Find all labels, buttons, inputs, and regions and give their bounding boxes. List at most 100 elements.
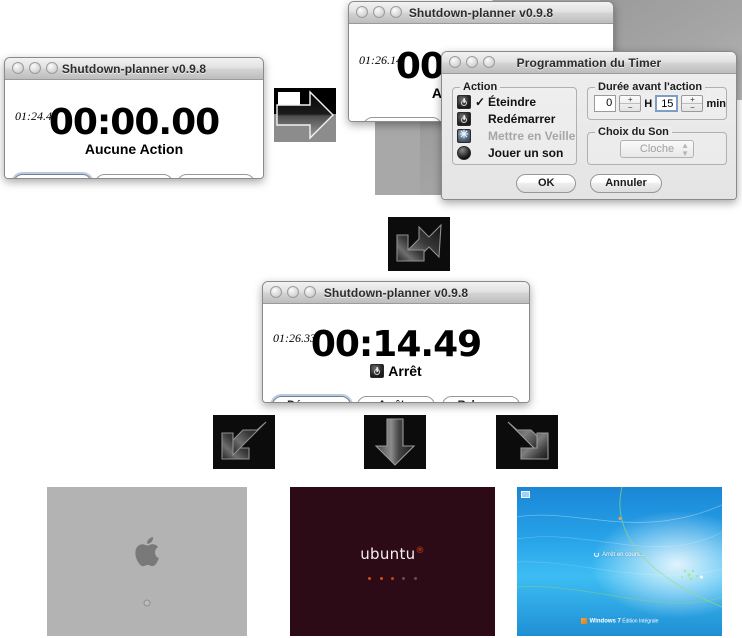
window-controls-running[interactable] [270, 286, 316, 298]
arrow-right-icon [274, 88, 336, 142]
clock-readout-running: 01:26.33 [273, 331, 316, 345]
zoom-button-icon[interactable] [46, 62, 58, 74]
button-row: Démarrer Arrêter Relancer [5, 174, 263, 178]
dialog-window-controls[interactable] [449, 56, 495, 68]
window-controls-behind[interactable] [356, 6, 402, 18]
action-option-son[interactable]: Jouer un son [453, 144, 576, 161]
action-option-redemarrer[interactable]: Redémarrer [453, 110, 576, 127]
duration-group-legend: Durée avant l'action [595, 81, 706, 93]
current-action-label: Aucune Action [5, 141, 263, 157]
apple-logo-icon [135, 536, 159, 566]
boot-spinner-icon [143, 599, 151, 607]
restart-icon [457, 111, 471, 126]
minutes-stepper[interactable]: + − [681, 95, 704, 112]
power-icon [457, 94, 471, 109]
action-group-legend: Action [460, 81, 501, 93]
window-content-running: 01:26.33 00:14.49 Arrêt Démarrer Arrêter… [263, 324, 529, 402]
sound-group-legend: Choix du Son [595, 126, 672, 138]
minimize-button-icon[interactable] [466, 56, 478, 68]
clock-readout: 01:24.44 [15, 109, 58, 123]
ok-button[interactable]: OK [516, 174, 577, 193]
sound-icon [457, 145, 471, 160]
win7-spinner-icon [594, 552, 600, 557]
dialog-timer-settings[interactable]: Programmation du Timer Action ✓ Éteindre… [441, 51, 737, 200]
hours-unit-label: H [644, 97, 653, 110]
close-button-icon[interactable] [270, 286, 282, 298]
close-button-icon[interactable] [356, 6, 368, 18]
win7-brand-name: Windows 7 [589, 618, 621, 624]
boot-progress-dots [290, 567, 495, 585]
zoom-button-icon[interactable] [304, 286, 316, 298]
checkmark-icon: ✓ [475, 94, 486, 109]
minimize-button-icon[interactable] [373, 6, 385, 18]
dialog-button-row: OK Annuler [442, 174, 736, 193]
hours-stepper-down[interactable]: − [620, 104, 640, 112]
button-row-running: Démarrer Arrêter Relancer [263, 396, 529, 402]
ubuntu-wordmark: ubuntu® [290, 545, 495, 563]
start-button-running[interactable]: Démarrer [272, 396, 352, 402]
win7-brand-edition: Édition Intégrale [622, 618, 659, 624]
windows-flag-icon [580, 617, 587, 624]
window-shutdown-planner-idle[interactable]: Shutdown-planner v0.9.8 01:24.44 00:00.0… [4, 57, 264, 179]
close-button-icon[interactable] [12, 62, 24, 74]
stop-button[interactable]: Arrêter [95, 174, 174, 178]
zoom-button-icon[interactable] [483, 56, 495, 68]
action-groupbox: Action ✓ Éteindre Redémarrer ✳ Mettre en… [452, 81, 577, 165]
arrow-down-right-icon [496, 415, 558, 469]
window-controls[interactable] [12, 62, 58, 74]
dialog-content: Action ✓ Éteindre Redémarrer ✳ Mettre en… [442, 74, 736, 199]
power-icon [370, 364, 385, 378]
minutes-stepper-down[interactable]: − [682, 104, 702, 112]
action-option-label: Jouer un son [488, 145, 564, 160]
arrow-down-icon [364, 415, 426, 469]
sound-groupbox: Choix du Son Cloche ▲ ▼ [587, 126, 727, 165]
titlebar-behind[interactable]: Shutdown-planner v0.9.8 [349, 2, 613, 24]
window-title: Shutdown-planner v0.9.8 [61, 61, 207, 76]
sleep-icon [457, 128, 471, 143]
win7-branding: Windows 7 Édition Intégrale [517, 617, 722, 624]
start-button[interactable]: Démarrer [12, 174, 92, 178]
win7-status-label: Arrêt en cours... [602, 552, 645, 559]
stop-button-running[interactable]: Arrêter [357, 396, 436, 402]
window-title-behind: Shutdown-planner v0.9.8 [408, 5, 554, 20]
current-action-text-running: Arrêt [388, 363, 422, 379]
hours-input[interactable]: 0 [594, 95, 617, 112]
macos-boot-screenshot [47, 487, 247, 636]
minimize-button-icon[interactable] [287, 286, 299, 298]
sound-select[interactable]: Cloche ▲ ▼ [620, 140, 694, 158]
duration-groupbox: Durée avant l'action 0 + − H 15 + − min [587, 81, 727, 120]
window-shutdown-planner-running[interactable]: Shutdown-planner v0.9.8 01:26.33 00:14.4… [262, 281, 530, 403]
dialog-titlebar[interactable]: Programmation du Timer [442, 52, 736, 74]
win7-wallpaper-streaks [517, 487, 722, 608]
start-button-behind[interactable]: Démarrer [363, 117, 442, 121]
window-content: 01:24.44 00:00.00 Aucune Action Démarrer… [5, 102, 263, 178]
hours-stepper[interactable]: + − [619, 95, 642, 112]
registered-mark-icon: ® [415, 546, 425, 556]
arrow-down-left-icon [388, 217, 450, 271]
ubuntu-wordmark-text: ubuntu [360, 545, 416, 563]
windows7-shutdown-screenshot: Arrêt en cours... Windows 7 Édition Inté… [517, 487, 722, 636]
titlebar[interactable]: Shutdown-planner v0.9.8 [5, 58, 263, 80]
screenshot-canvas: Shutdown-planner v0.9.8 01:24.44 00:00.0… [0, 0, 742, 638]
current-action-label-running: Arrêt [263, 363, 529, 379]
minutes-input[interactable]: 15 [655, 95, 679, 112]
window-title-running: Shutdown-planner v0.9.8 [323, 285, 469, 300]
win7-corner-badge-icon [521, 491, 530, 498]
minutes-unit-label: min [706, 97, 726, 110]
current-action-text: Aucune Action [84, 141, 184, 157]
restart-button-running[interactable]: Relancer [441, 396, 520, 402]
action-option-label: Mettre en Veille [488, 128, 576, 143]
close-button-icon[interactable] [449, 56, 461, 68]
dialog-title: Programmation du Timer [516, 55, 662, 70]
zoom-button-icon[interactable] [390, 6, 402, 18]
restart-button[interactable]: Relancer [177, 174, 256, 178]
clock-readout-behind: 01:26.14 [359, 53, 402, 67]
titlebar-running[interactable]: Shutdown-planner v0.9.8 [263, 282, 529, 304]
chevron-updown-icon: ▲ ▼ [681, 141, 689, 158]
cancel-button[interactable]: Annuler [590, 174, 662, 193]
minimize-button-icon[interactable] [29, 62, 41, 74]
action-option-eteindre[interactable]: ✓ Éteindre [453, 93, 576, 110]
action-option-label: Redémarrer [488, 111, 556, 126]
ubuntu-boot-screenshot: ubuntu® [290, 487, 495, 636]
win7-cursor-dot-icon [618, 517, 621, 520]
